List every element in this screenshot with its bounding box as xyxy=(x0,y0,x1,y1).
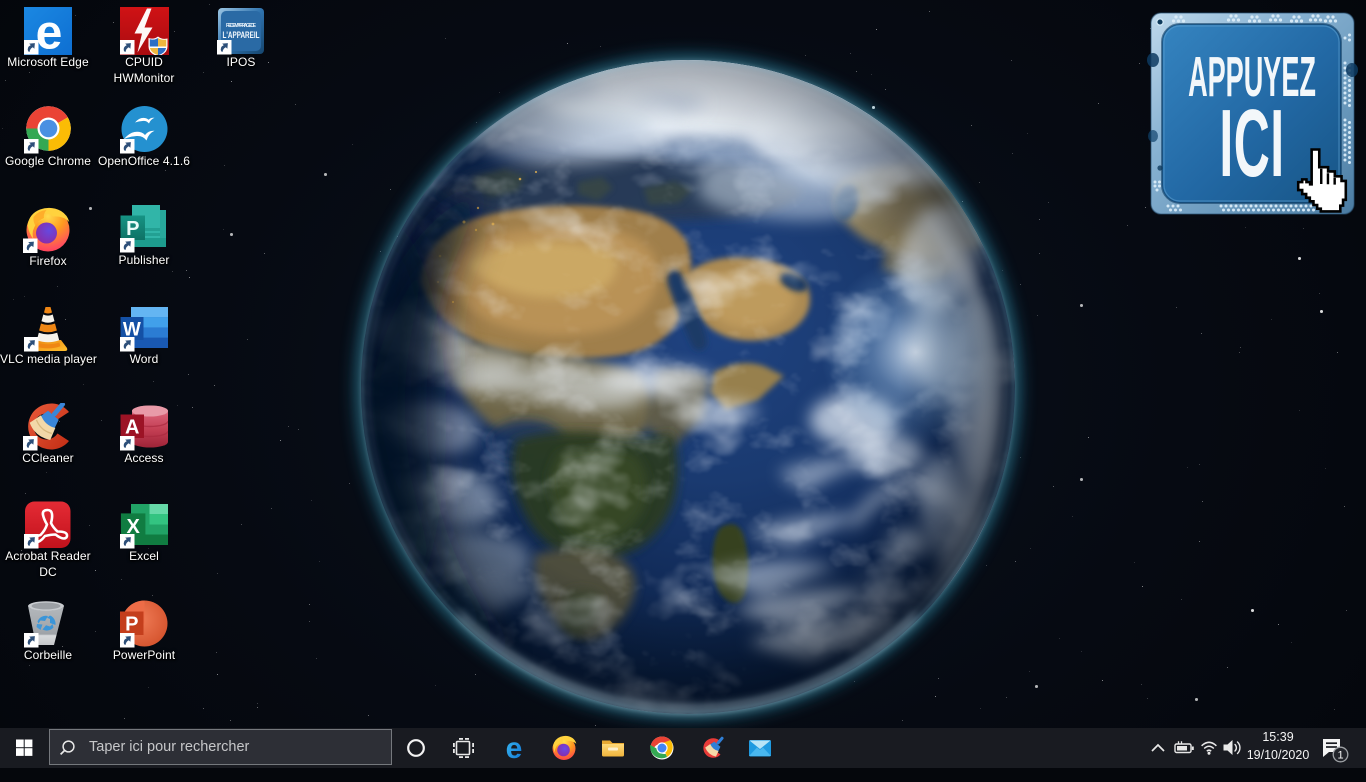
svg-text:ICI: ICI xyxy=(1219,91,1284,198)
svg-text:P: P xyxy=(126,218,139,240)
svg-text:1: 1 xyxy=(1337,750,1343,762)
svg-text:e: e xyxy=(506,734,523,762)
svg-text:REDEMARRAGE DE: REDEMARRAGE DE xyxy=(226,23,257,29)
svg-text:e: e xyxy=(36,7,63,55)
svg-text:A: A xyxy=(125,417,139,439)
svg-text:P: P xyxy=(125,614,138,636)
svg-text:L'APPAREIL: L'APPAREIL xyxy=(223,30,260,41)
